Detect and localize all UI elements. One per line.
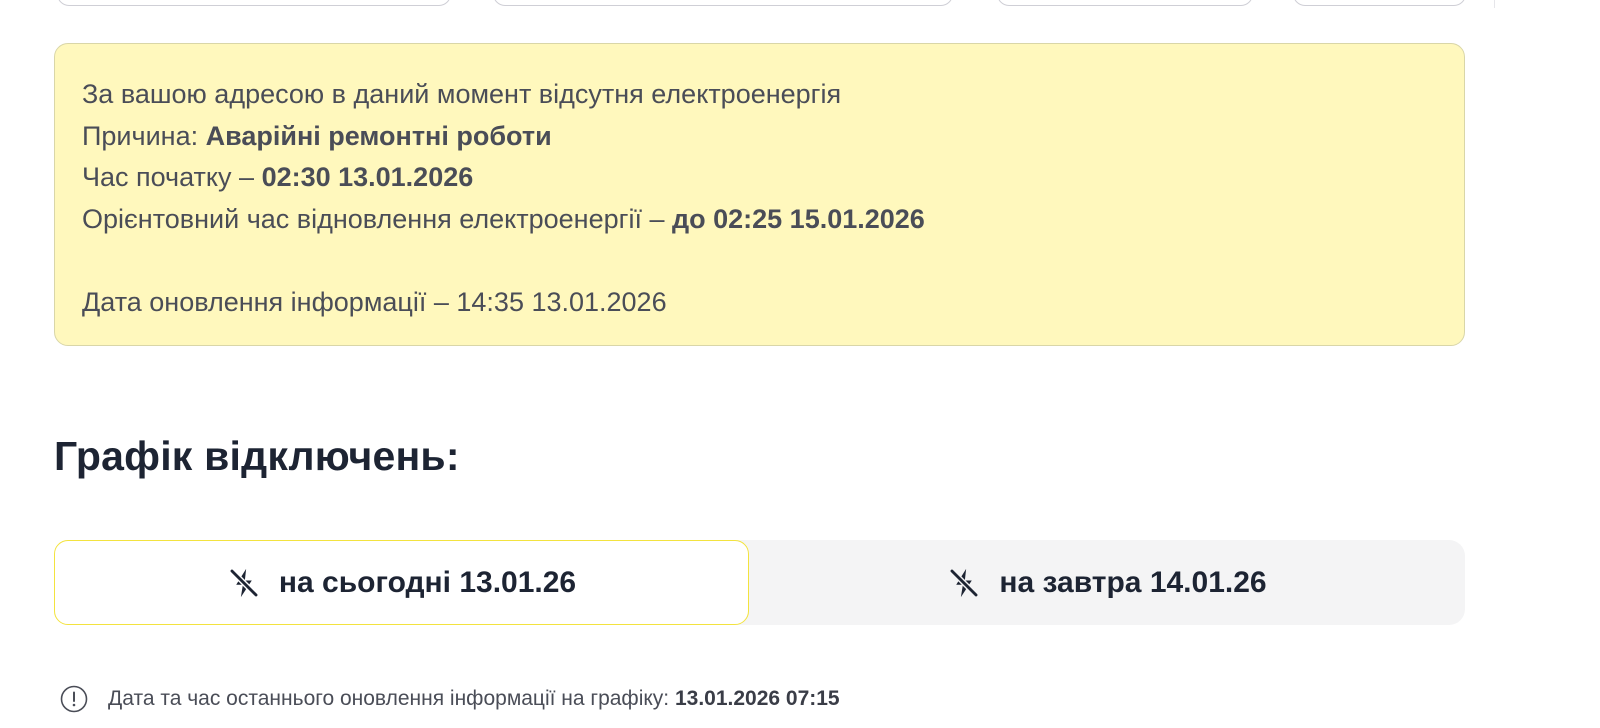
schedule-update-text: Дата та час останнього оновлення інформа… bbox=[108, 687, 840, 711]
notice-updated-line: Дата оновлення інформації – 14:35 13.01.… bbox=[82, 286, 667, 317]
schedule-update-label: Дата та час останнього оновлення інформа… bbox=[108, 687, 675, 710]
notice-reason-line: Причина: Аварійні ремонтні роботи bbox=[82, 116, 1437, 158]
notice-reason-label: Причина: bbox=[82, 120, 206, 151]
schedule-update-value: 13.01.2026 07:15 bbox=[674, 687, 840, 710]
notice-spacer bbox=[82, 240, 1437, 282]
power-off-icon bbox=[229, 567, 259, 598]
top-field-2[interactable] bbox=[493, 0, 953, 6]
notice-start-value: 02:30 13.01.2026 bbox=[261, 162, 474, 192]
top-field-4[interactable] bbox=[1293, 0, 1466, 6]
notice-start-label: Час початку – bbox=[82, 162, 262, 192]
info-icon bbox=[60, 685, 88, 713]
notice-status-line: За вашою адресою в даний момент відсутня… bbox=[82, 79, 842, 109]
top-form-row bbox=[0, 0, 1600, 8]
notice-restore-value: до 02:25 15.01.2026 bbox=[671, 203, 925, 234]
notice-reason-value: Аварійні ремонтні роботи bbox=[205, 120, 552, 151]
tab-tomorrow[interactable]: на завтра 14.01.26 bbox=[749, 540, 1465, 625]
page: За вашою адресою в даний момент відсутня… bbox=[0, 0, 1600, 728]
top-field-3[interactable] bbox=[997, 0, 1253, 6]
tab-tomorrow-label: на завтра 14.01.26 bbox=[999, 565, 1267, 599]
tab-today[interactable]: на сьогодні 13.01.26 bbox=[54, 540, 749, 625]
schedule-title: Графік відключень: bbox=[54, 433, 460, 479]
schedule-update-info: Дата та час останнього оновлення інформа… bbox=[60, 684, 840, 714]
notice-start-line: Час початку – 02:30 13.01.2026 bbox=[82, 157, 1437, 199]
outage-notice: За вашою адресою в даний момент відсутня… bbox=[54, 43, 1465, 346]
notice-restore-line: Орієнтовний час відновлення електроенерг… bbox=[82, 199, 1437, 241]
notice-restore-label: Орієнтовний час відновлення електроенерг… bbox=[82, 203, 672, 234]
top-field-1[interactable] bbox=[57, 0, 451, 6]
tab-today-label: на сьогодні 13.01.26 bbox=[278, 565, 577, 599]
power-off-icon bbox=[949, 567, 980, 598]
schedule-day-tabs: на сьогодні 13.01.26 на завтра 14.01.26 bbox=[54, 540, 1465, 625]
top-divider bbox=[1494, 0, 1495, 8]
